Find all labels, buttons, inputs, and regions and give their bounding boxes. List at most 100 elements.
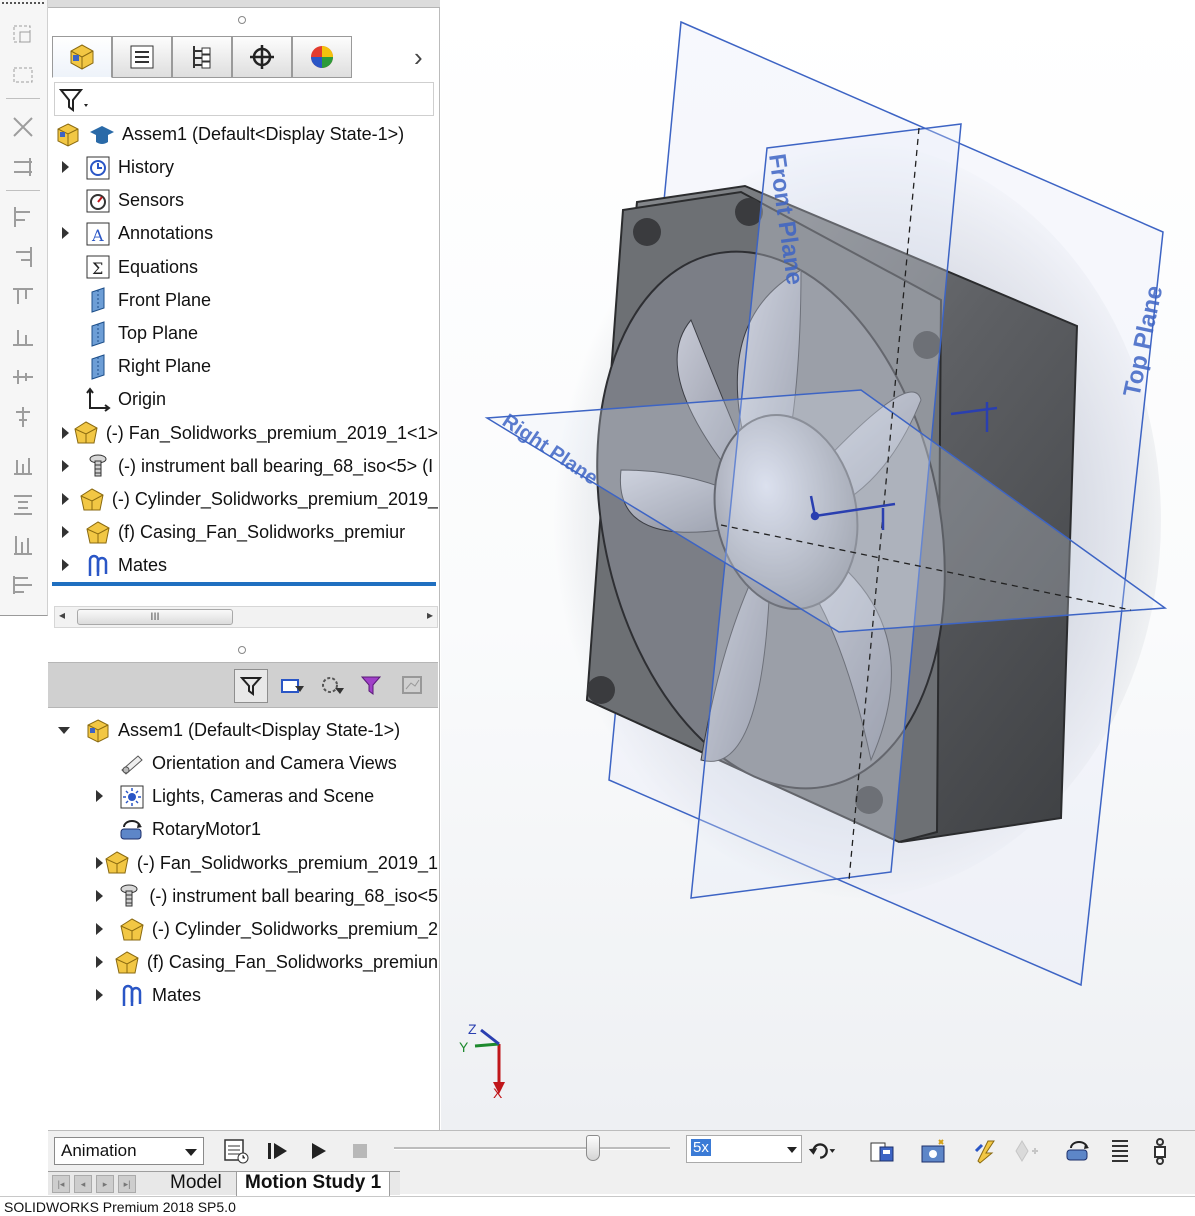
toolbox-part-icon: [115, 882, 143, 910]
tab-propertymanager[interactable]: [112, 36, 172, 78]
feature-tree-item[interactable]: (-) Fan_Solidworks_premium_2019_1<1>: [54, 417, 438, 450]
feature-tree-item[interactable]: Origin: [54, 383, 438, 416]
expand-arrow-icon[interactable]: [62, 459, 69, 472]
tab-configurationmanager[interactable]: [172, 36, 232, 78]
expand-arrow-icon[interactable]: [62, 161, 69, 173]
autokey-button[interactable]: [970, 1135, 1002, 1167]
tree-root-assembly[interactable]: Assem1 (Default<Display State-1>): [54, 118, 438, 151]
expand-arrow-icon[interactable]: [62, 493, 69, 505]
expand-arrow-icon[interactable]: [96, 989, 103, 1002]
tree-item-label: Annotations: [118, 223, 214, 244]
damper-button[interactable]: [1144, 1135, 1176, 1167]
feature-tree-item[interactable]: (f) Casing_Fan_Solidworks_premiur: [54, 516, 438, 549]
prev-tab-arrow-icon[interactable]: ◂: [74, 1175, 92, 1193]
last-tab-arrow-icon[interactable]: ▸|: [118, 1175, 136, 1193]
expand-arrow-icon[interactable]: [96, 889, 103, 902]
motion-tree-item[interactable]: (f) Casing_Fan_Solidworks_premiun: [54, 946, 438, 979]
align-center-horizontal-icon[interactable]: [10, 404, 36, 430]
feature-tree-item[interactable]: Front Plane: [54, 284, 438, 317]
stop-button[interactable]: [344, 1135, 376, 1167]
scrollbar-thumb[interactable]: III: [77, 609, 233, 625]
expand-arrow-icon[interactable]: [96, 790, 103, 803]
first-tab-arrow-icon[interactable]: |◂: [52, 1175, 70, 1193]
tab-motion-study-1[interactable]: Motion Study 1: [236, 1172, 391, 1196]
tree-filter-box[interactable]: [54, 82, 434, 116]
motion-tree-item[interactable]: Orientation and Camera Views: [54, 747, 438, 780]
feature-tree-item[interactable]: Mates: [54, 549, 438, 582]
horizontal-scrollbar[interactable]: ◂ III ▸: [54, 606, 438, 628]
motion-tree-item[interactable]: Lights, Cameras and Scene: [54, 780, 438, 813]
align-right-icon[interactable]: [10, 244, 36, 270]
playback-mode-button[interactable]: [806, 1135, 838, 1167]
play-button[interactable]: [302, 1135, 334, 1167]
align-left-icon[interactable]: [10, 204, 36, 230]
expand-arrow-icon[interactable]: [62, 559, 69, 572]
feature-tree-item[interactable]: Top Plane: [54, 317, 438, 350]
motion-tree-root[interactable]: Assem1 (Default<Display State-1>): [54, 714, 438, 747]
feature-tree-item[interactable]: History: [54, 151, 438, 184]
feature-tree-item[interactable]: Σ Equations: [54, 251, 438, 284]
calculate-button[interactable]: [220, 1135, 252, 1167]
align-top-icon[interactable]: [10, 284, 36, 310]
space-down-icon[interactable]: [10, 492, 36, 518]
motion-tree-item[interactable]: Mates: [54, 979, 438, 1012]
feature-tree-item[interactable]: A Annotations: [54, 217, 438, 250]
expand-arrow-icon[interactable]: [96, 923, 103, 935]
motor-button[interactable]: [1062, 1135, 1094, 1167]
expand-arrow-icon[interactable]: [62, 426, 69, 439]
toolbar-grip[interactable]: [2, 2, 44, 5]
motion-tree-item[interactable]: RotaryMotor1: [54, 813, 438, 846]
align-bottom-icon[interactable]: [10, 324, 36, 350]
save-animation-button[interactable]: [866, 1135, 898, 1167]
collapse-arrow-icon[interactable]: [58, 727, 70, 734]
animation-wizard-button[interactable]: [918, 1135, 950, 1167]
feature-tree-item[interactable]: (-) Cylinder_Solidworks_premium_2019_: [54, 483, 438, 516]
graphics-viewport[interactable]: Front Plane Top Plane Right Plane Z Y X: [441, 0, 1195, 1130]
filter-animated-button[interactable]: [234, 669, 268, 703]
panel-splitter-handle[interactable]: [238, 16, 246, 24]
tab-featuremanager[interactable]: [52, 36, 112, 78]
tree-item-label: (-) instrument ball bearing_68_iso<5> (I: [118, 455, 434, 476]
tab-displaymanager[interactable]: [292, 36, 352, 78]
scroll-left-arrow-icon[interactable]: ◂: [59, 608, 65, 622]
expand-arrow-icon[interactable]: [96, 856, 103, 869]
slider-thumb[interactable]: [586, 1135, 600, 1161]
spring-button[interactable]: [1104, 1135, 1136, 1167]
dropdown-arrow-icon[interactable]: [185, 1149, 197, 1156]
trim-icon[interactable]: [10, 114, 36, 140]
panel-splitter-handle[interactable]: [238, 646, 246, 654]
scroll-right-arrow-icon[interactable]: ▸: [427, 608, 433, 622]
playback-position-slider[interactable]: [394, 1147, 670, 1150]
select-box-icon[interactable]: [10, 62, 36, 88]
study-type-dropdown[interactable]: Animation: [54, 1137, 204, 1165]
align-vertical-icon[interactable]: [10, 572, 36, 598]
align-horizontal-icon[interactable]: [10, 532, 36, 558]
expand-arrow-icon[interactable]: [62, 526, 69, 539]
tab-dimxpertmanager[interactable]: [232, 36, 292, 78]
motion-tree-item[interactable]: (-) instrument ball bearing_68_iso<5: [54, 880, 438, 913]
filter-driving-button[interactable]: [276, 669, 310, 703]
filter-icon[interactable]: [59, 87, 91, 113]
play-from-start-button[interactable]: [262, 1135, 294, 1167]
motion-tree-item[interactable]: (-) Cylinder_Solidworks_premium_2: [54, 913, 438, 946]
tab-model[interactable]: Model: [162, 1172, 230, 1196]
motion-tree-item[interactable]: (-) Fan_Solidworks_premium_2019_1: [54, 847, 438, 880]
playback-speed-dropdown[interactable]: 5x: [686, 1135, 802, 1163]
expand-arrow-icon[interactable]: [96, 956, 103, 969]
space-across-icon[interactable]: [10, 452, 36, 478]
fan-model-view[interactable]: Front Plane Top Plane Right Plane Z Y X: [441, 0, 1195, 1130]
filter-selected-button[interactable]: [316, 669, 350, 703]
distribute-icon[interactable]: [10, 154, 36, 180]
filter-results-button[interactable]: [356, 669, 390, 703]
add-update-key-button[interactable]: [1010, 1135, 1042, 1167]
expand-arrow-icon[interactable]: [62, 227, 69, 240]
autofit-timeline-button[interactable]: [396, 669, 430, 703]
feature-tree-item[interactable]: Right Plane: [54, 350, 438, 383]
select-components-icon[interactable]: [10, 22, 36, 48]
feature-tree-item[interactable]: Sensors: [54, 184, 438, 217]
dropdown-arrow-icon[interactable]: [787, 1147, 797, 1153]
next-tab-arrow-icon[interactable]: ▸: [96, 1175, 114, 1193]
feature-tree-item[interactable]: (-) instrument ball bearing_68_iso<5> (I: [54, 450, 438, 483]
chevron-right-icon[interactable]: ›: [414, 44, 423, 70]
align-center-vertical-icon[interactable]: [10, 364, 36, 390]
